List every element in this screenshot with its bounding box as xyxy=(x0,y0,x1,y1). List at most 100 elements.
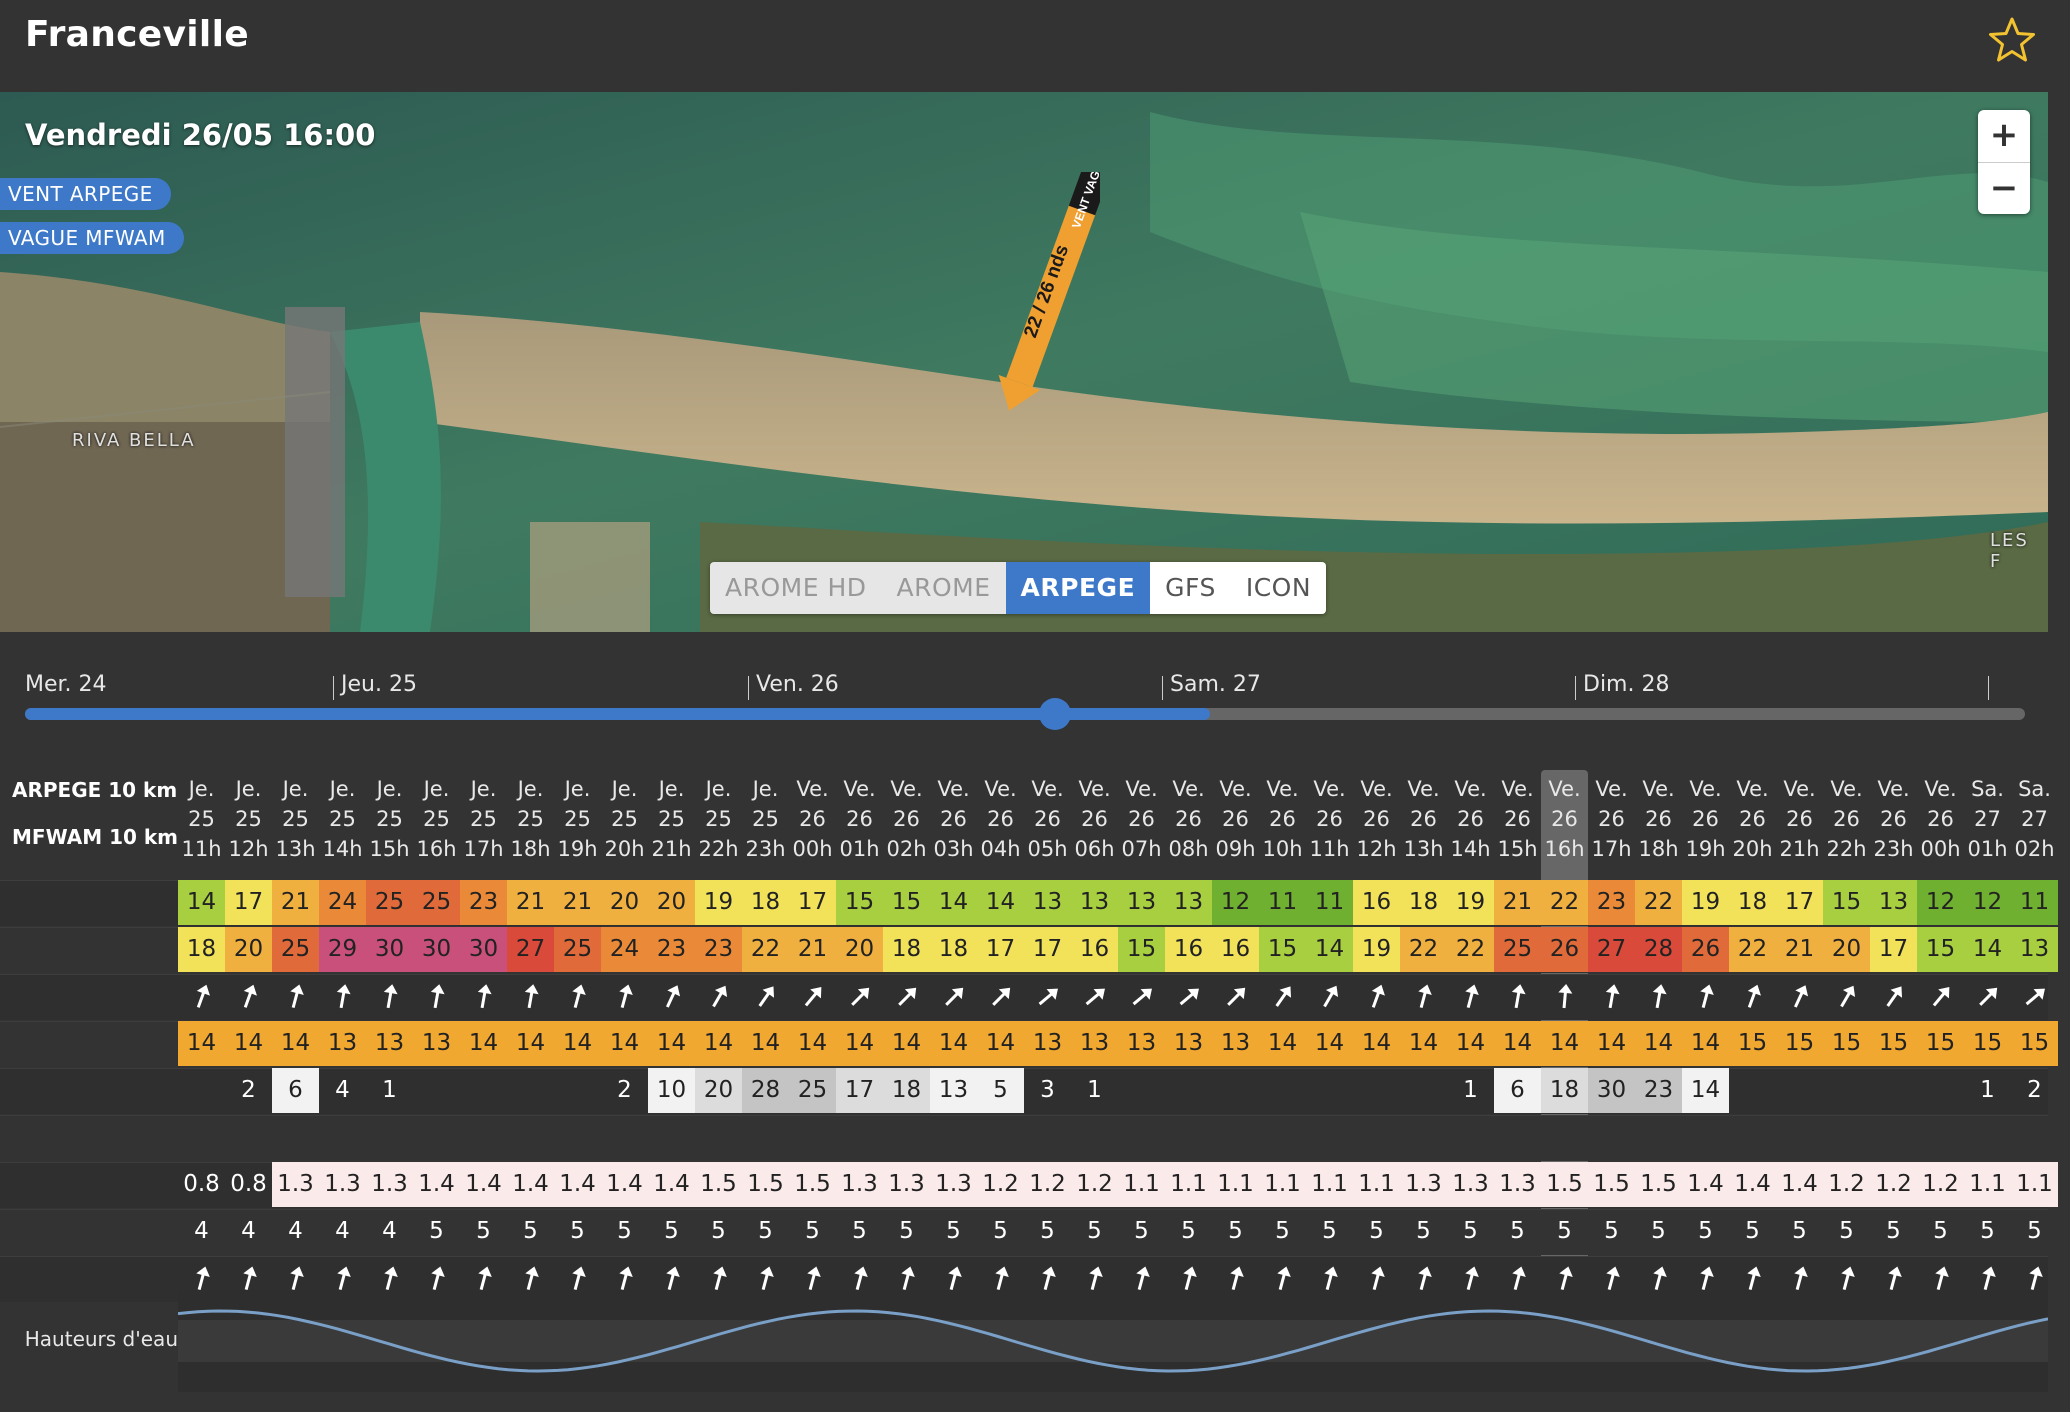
column-header[interactable]: 26 xyxy=(977,804,1024,834)
column-header[interactable]: 26 xyxy=(1353,804,1400,834)
column-header[interactable]: 22h xyxy=(695,834,742,864)
model-tab-gfs[interactable]: GFS xyxy=(1150,562,1231,614)
column-header[interactable]: Ve. xyxy=(1447,774,1494,804)
column-header[interactable]: 25 xyxy=(178,804,225,834)
column-header[interactable]: 25 xyxy=(695,804,742,834)
column-header[interactable]: 26 xyxy=(1259,804,1306,834)
column-header[interactable]: 26 xyxy=(1024,804,1071,834)
column-header[interactable]: 27 xyxy=(2011,804,2058,834)
column-header[interactable]: 26 xyxy=(1776,804,1823,834)
column-header[interactable]: 02h xyxy=(883,834,930,864)
column-header[interactable]: Je. xyxy=(601,774,648,804)
column-header[interactable]: Ve. xyxy=(1494,774,1541,804)
column-header[interactable]: Je. xyxy=(272,774,319,804)
column-header[interactable]: Ve. xyxy=(836,774,883,804)
column-header[interactable]: Ve. xyxy=(1306,774,1353,804)
column-header[interactable]: 19h xyxy=(554,834,601,864)
column-header[interactable]: 20h xyxy=(601,834,648,864)
column-header[interactable]: 25 xyxy=(366,804,413,834)
column-header[interactable]: Ve. xyxy=(1917,774,1964,804)
column-header[interactable]: 26 xyxy=(883,804,930,834)
column-header[interactable]: 10h xyxy=(1259,834,1306,864)
column-header[interactable]: 25 xyxy=(413,804,460,834)
column-header[interactable]: 15h xyxy=(366,834,413,864)
column-header[interactable]: 25 xyxy=(460,804,507,834)
column-header[interactable]: 13h xyxy=(1400,834,1447,864)
column-header[interactable]: Ve. xyxy=(977,774,1024,804)
column-header[interactable]: Je. xyxy=(460,774,507,804)
column-header[interactable]: 27 xyxy=(1964,804,2011,834)
column-header[interactable]: Ve. xyxy=(1729,774,1776,804)
column-header[interactable]: Je. xyxy=(225,774,272,804)
column-header[interactable]: Ve. xyxy=(1635,774,1682,804)
column-header[interactable]: Je. xyxy=(413,774,460,804)
column-header[interactable]: 26 xyxy=(1306,804,1353,834)
column-header[interactable]: Je. xyxy=(742,774,789,804)
column-header[interactable]: 12h xyxy=(1353,834,1400,864)
time-slider[interactable]: Mer. 24 Jeu. 25 Ven. 26 Sam. 27 Dim. 28 xyxy=(0,632,2070,772)
column-header[interactable]: 05h xyxy=(1024,834,1071,864)
column-header[interactable]: 21h xyxy=(1776,834,1823,864)
zoom-out-button[interactable]: − xyxy=(1978,163,2030,215)
column-header[interactable]: 23h xyxy=(742,834,789,864)
column-header[interactable]: 26 xyxy=(1494,804,1541,834)
column-header[interactable]: 14h xyxy=(1447,834,1494,864)
column-header[interactable]: 22h xyxy=(1823,834,1870,864)
column-header[interactable]: 17h xyxy=(1588,834,1635,864)
column-header[interactable]: 04h xyxy=(977,834,1024,864)
column-header[interactable]: 25 xyxy=(319,804,366,834)
column-header[interactable]: 00h xyxy=(789,834,836,864)
column-header[interactable]: Je. xyxy=(695,774,742,804)
column-header[interactable]: 18h xyxy=(507,834,554,864)
column-header[interactable]: Ve. xyxy=(1259,774,1306,804)
column-header[interactable]: 25 xyxy=(507,804,554,834)
column-header[interactable]: 03h xyxy=(930,834,977,864)
column-header[interactable]: Ve. xyxy=(883,774,930,804)
column-header[interactable]: 00h xyxy=(1917,834,1964,864)
column-header[interactable]: 13h xyxy=(272,834,319,864)
column-header[interactable]: 07h xyxy=(1118,834,1165,864)
model-tab-icon[interactable]: ICON xyxy=(1230,562,1327,614)
column-header[interactable]: 25 xyxy=(742,804,789,834)
column-header[interactable]: Ve. xyxy=(1071,774,1118,804)
column-header[interactable]: 23h xyxy=(1870,834,1917,864)
column-header[interactable]: 26 xyxy=(1682,804,1729,834)
column-header[interactable]: 26 xyxy=(1447,804,1494,834)
column-header[interactable]: 09h xyxy=(1212,834,1259,864)
column-header[interactable]: Je. xyxy=(507,774,554,804)
favorite-star-icon[interactable] xyxy=(1986,14,2038,66)
model-tab-arpege[interactable]: ARPEGE xyxy=(1005,562,1151,614)
column-header[interactable]: 12h xyxy=(225,834,272,864)
column-header[interactable]: 01h xyxy=(836,834,883,864)
column-header[interactable]: 25 xyxy=(225,804,272,834)
column-header[interactable]: 15h xyxy=(1494,834,1541,864)
column-header[interactable]: 26 xyxy=(1212,804,1259,834)
column-header[interactable]: Je. xyxy=(178,774,225,804)
layer-vent-arpege[interactable]: VENT ARPEGE xyxy=(0,178,171,210)
column-header[interactable]: Ve. xyxy=(1165,774,1212,804)
column-header[interactable]: Je. xyxy=(366,774,413,804)
column-header[interactable]: Ve. xyxy=(1588,774,1635,804)
column-header[interactable]: Je. xyxy=(319,774,366,804)
column-header[interactable]: Ve. xyxy=(930,774,977,804)
column-header[interactable]: Ve. xyxy=(1353,774,1400,804)
column-header[interactable]: Je. xyxy=(648,774,695,804)
column-header[interactable]: Ve. xyxy=(1212,774,1259,804)
column-header[interactable]: 01h xyxy=(1964,834,2011,864)
column-header[interactable]: Sa. xyxy=(2011,774,2058,804)
column-header[interactable]: 21h xyxy=(648,834,695,864)
column-header[interactable]: 02h xyxy=(2011,834,2058,864)
column-header[interactable]: 26 xyxy=(1400,804,1447,834)
model-tab-arome-hd[interactable]: AROME HD xyxy=(710,562,882,614)
column-header[interactable]: 11h xyxy=(1306,834,1353,864)
column-header[interactable]: Ve. xyxy=(789,774,836,804)
column-header[interactable]: 26 xyxy=(1823,804,1870,834)
column-header[interactable]: 26 xyxy=(1917,804,1964,834)
column-header[interactable]: 06h xyxy=(1071,834,1118,864)
column-header[interactable]: Ve. xyxy=(1400,774,1447,804)
column-header[interactable]: 26 xyxy=(1729,804,1776,834)
column-header[interactable]: Ve. xyxy=(1024,774,1071,804)
column-header[interactable]: 14h xyxy=(319,834,366,864)
column-header[interactable]: 26 xyxy=(1635,804,1682,834)
slider-handle[interactable] xyxy=(1039,698,1071,730)
